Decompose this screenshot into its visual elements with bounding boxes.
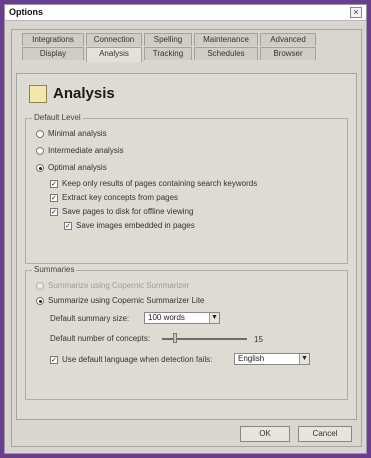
concepts-slider-thumb[interactable] xyxy=(173,333,177,343)
tab-browser[interactable]: Browser xyxy=(260,47,316,60)
intermediate-analysis-label: Intermediate analysis xyxy=(48,146,124,155)
language-select[interactable]: English ▼ xyxy=(234,353,310,365)
extract-concepts-check[interactable]: Extract key concepts from pages xyxy=(50,193,178,202)
checkbox-default-language[interactable] xyxy=(50,355,58,364)
cancel-button[interactable]: Cancel xyxy=(298,426,352,442)
tab-integrations[interactable]: Integrations xyxy=(22,33,84,46)
copernic-summarizer-lite-option[interactable]: Summarize using Copernic Summarizer Lite xyxy=(36,296,205,305)
extract-concepts-label: Extract key concepts from pages xyxy=(62,193,179,202)
copernic-summarizer-option[interactable]: Summarize using Copernic Summarizer xyxy=(36,281,189,290)
keep-only-results-check[interactable]: Keep only results of pages containing se… xyxy=(50,179,257,188)
ok-button[interactable]: OK xyxy=(240,426,290,442)
default-language-row[interactable]: Use default language when detection fail… xyxy=(50,355,212,364)
minimal-analysis-option[interactable]: Minimal analysis xyxy=(36,129,107,138)
radio-optimal[interactable] xyxy=(36,163,44,172)
optimal-analysis-label: Optimal analysis xyxy=(48,163,107,172)
summary-size-select[interactable]: 100 words ▼ xyxy=(144,312,220,324)
save-images-check[interactable]: Save images embedded in pages xyxy=(64,221,195,230)
tab-advanced[interactable]: Advanced xyxy=(260,33,316,46)
checkbox-save-images[interactable] xyxy=(64,221,72,230)
tab-spelling[interactable]: Spelling xyxy=(144,33,192,46)
tab-connection[interactable]: Connection xyxy=(86,33,142,46)
checkbox-keep-only-results[interactable] xyxy=(50,179,58,188)
intermediate-analysis-option[interactable]: Intermediate analysis xyxy=(36,146,124,155)
radio-copernic-summarizer-lite[interactable] xyxy=(36,296,44,305)
save-pages-offline-check[interactable]: Save pages to disk for offline viewing xyxy=(50,207,193,216)
radio-copernic-summarizer[interactable] xyxy=(36,281,44,290)
copernic-summarizer-label: Summarize using Copernic Summarizer xyxy=(48,281,190,290)
checkbox-extract-concepts[interactable] xyxy=(50,193,58,202)
summaries-label: Summaries xyxy=(32,265,77,274)
default-level-label: Default Level xyxy=(32,113,83,122)
default-level-group: Default Level Minimal analysis Intermedi… xyxy=(25,113,348,264)
tab-schedules[interactable]: Schedules xyxy=(194,47,258,60)
summary-size-value: 100 words xyxy=(148,313,185,322)
concepts-value: 15 xyxy=(254,335,263,344)
default-language-label: Use default language when detection fail… xyxy=(62,355,213,364)
panel-title: Analysis xyxy=(53,85,115,102)
tab-display[interactable]: Display xyxy=(22,47,84,60)
window-title: Options xyxy=(9,7,43,17)
checkbox-save-pages-offline[interactable] xyxy=(50,207,58,216)
optimal-analysis-option[interactable]: Optimal analysis xyxy=(36,163,107,172)
chevron-down-icon[interactable]: ▼ xyxy=(299,354,309,364)
default-concepts-row: Default number of concepts: xyxy=(50,334,150,343)
options-window: Options × Integrations Connection Spelli… xyxy=(4,4,367,454)
radio-intermediate[interactable] xyxy=(36,146,44,155)
analysis-icon xyxy=(29,85,47,103)
analysis-panel: Analysis Default Level Minimal analysis … xyxy=(16,73,357,420)
copernic-summarizer-lite-label: Summarize using Copernic Summarizer Lite xyxy=(48,296,205,305)
summaries-group: Summaries Summarize using Copernic Summa… xyxy=(25,265,348,400)
save-pages-offline-label: Save pages to disk for offline viewing xyxy=(62,207,194,216)
keep-only-results-label: Keep only results of pages containing se… xyxy=(62,179,258,188)
default-summary-size-label: Default summary size: xyxy=(50,314,130,323)
default-summary-size-row: Default summary size: xyxy=(50,314,129,323)
tab-maintenance[interactable]: Maintenance xyxy=(194,33,258,46)
language-value: English xyxy=(238,354,265,363)
minimal-analysis-label: Minimal analysis xyxy=(48,129,107,138)
title-bar: Options × xyxy=(5,5,366,21)
radio-minimal[interactable] xyxy=(36,129,44,138)
close-button[interactable]: × xyxy=(350,7,362,18)
chevron-down-icon[interactable]: ▼ xyxy=(209,313,219,323)
tab-analysis[interactable]: Analysis xyxy=(86,47,142,62)
tab-tracking[interactable]: Tracking xyxy=(144,47,192,60)
save-images-label: Save images embedded in pages xyxy=(76,221,195,230)
default-concepts-label: Default number of concepts: xyxy=(50,334,151,343)
options-content: Integrations Connection Spelling Mainten… xyxy=(11,29,362,447)
